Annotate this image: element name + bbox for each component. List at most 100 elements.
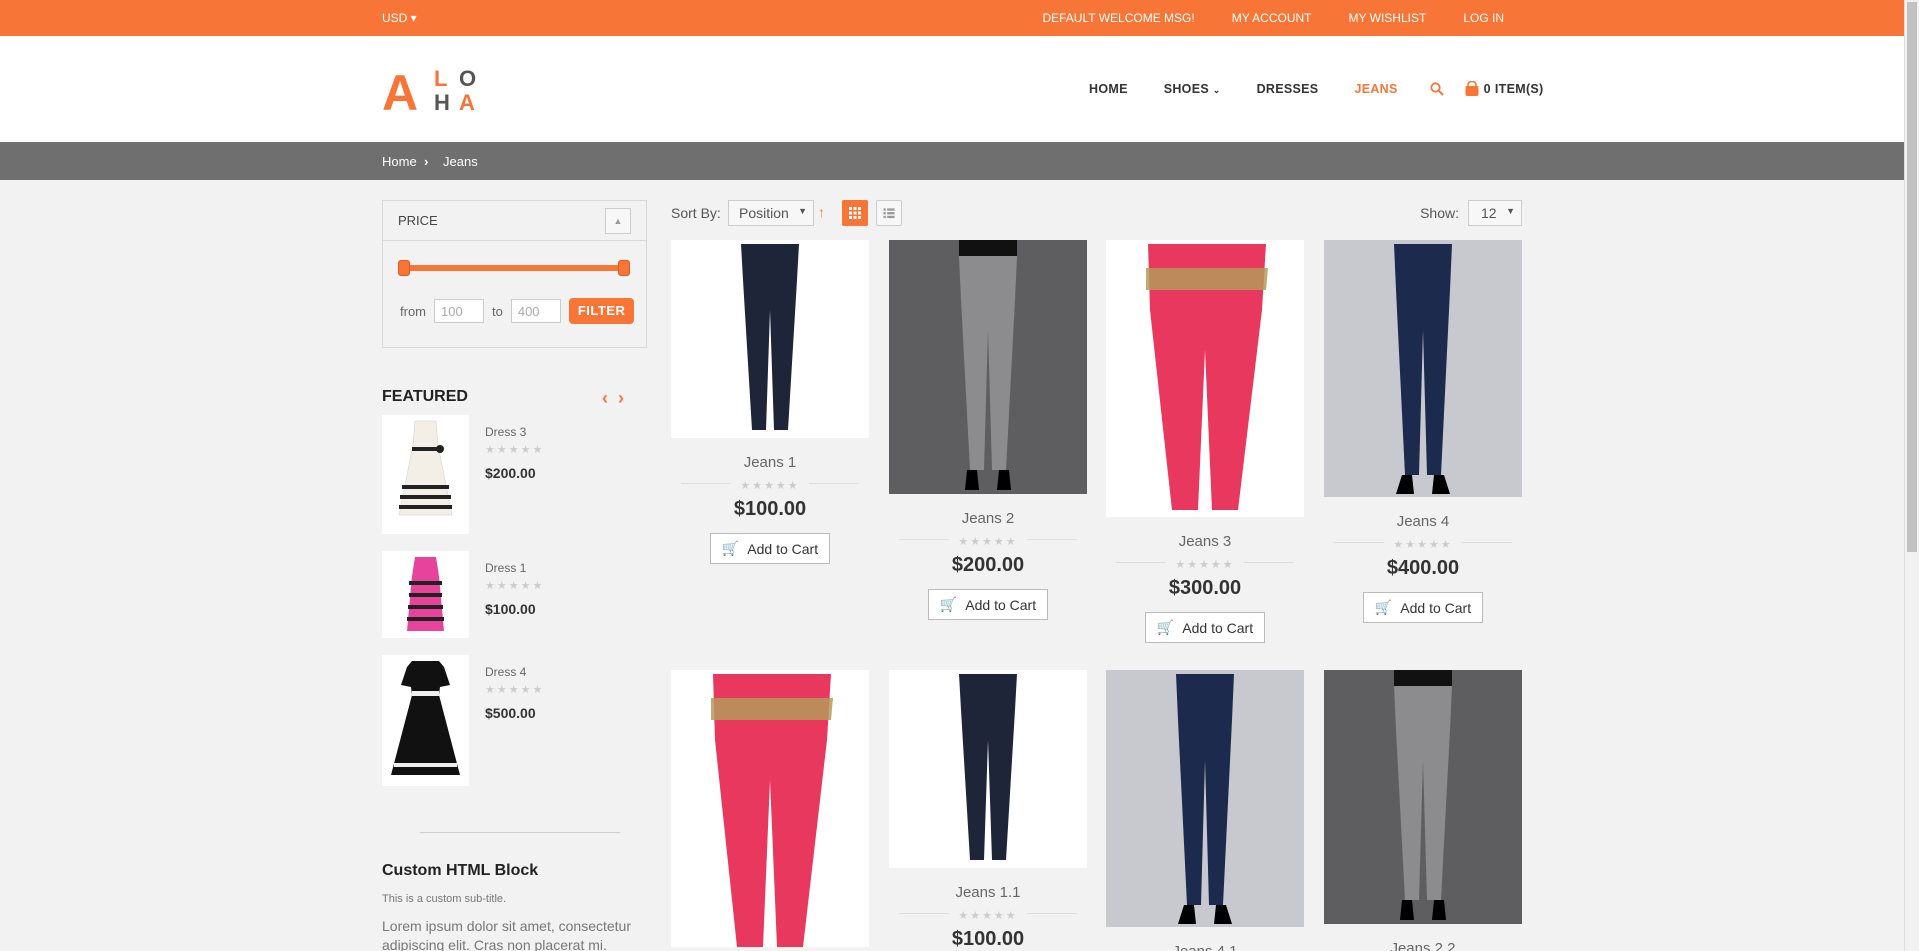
featured-item-name[interactable]: Dress 3 <box>485 425 526 439</box>
main-nav: HOME SHOES ⌄ DRESSES JEANS 0 ITEM(S) <box>1089 81 1544 97</box>
product-toolbar: Sort By: Position ▼ ↑ Show: 12 ▼ <box>671 200 1522 226</box>
top-links: DEFAULT WELCOME MSG! MY ACCOUNT MY WISHL… <box>1042 11 1504 25</box>
scrollbar-thumb[interactable] <box>1907 2 1917 552</box>
product-card: Jeans 3 ★★★★★ $300.00 🛒 Add to Cart <box>1106 240 1304 643</box>
top-bar: USD ▾ DEFAULT WELCOME MSG! MY ACCOUNT MY… <box>0 0 1904 36</box>
rating-line <box>681 483 731 484</box>
product-name[interactable]: Jeans 1.1 <box>889 884 1087 901</box>
product-name[interactable]: Jeans 2 <box>889 510 1087 527</box>
shopping-bag-icon <box>1465 81 1479 96</box>
nav-dresses[interactable]: DRESSES <box>1257 82 1319 96</box>
product-name[interactable]: Jeans 2.2 <box>1324 940 1522 951</box>
product-name[interactable]: Jeans 4.1 <box>1106 943 1304 951</box>
slider-handle-max[interactable] <box>618 260 630 276</box>
product-name[interactable]: Jeans 1 <box>671 454 869 471</box>
featured-item[interactable]: Dress 4 ★★★★★ $500.00 <box>382 655 682 787</box>
list-view-icon[interactable] <box>876 200 902 226</box>
sort-select[interactable]: Position ▼ <box>728 200 814 226</box>
collapse-toggle-icon[interactable]: ▲ <box>605 208 631 234</box>
next-arrow-icon[interactable]: › <box>618 388 624 409</box>
product-price: $100.00 <box>733 498 807 520</box>
product-card: Jeans 1.1 ★★★★★ $100.00 <box>889 670 1087 951</box>
breadcrumb: Home › Jeans <box>0 142 1904 180</box>
featured-item-name[interactable]: Dress 4 <box>485 665 526 679</box>
grid-view-icon[interactable] <box>842 200 868 226</box>
product-image[interactable] <box>1106 670 1304 927</box>
price-from-input[interactable]: 100 <box>434 299 484 323</box>
aloha-logo[interactable]: A L O H A <box>382 66 486 112</box>
featured-item-price: $200.00 <box>485 465 536 481</box>
featured-item-price: $100.00 <box>485 601 536 617</box>
chevron-right-icon: › <box>424 154 429 169</box>
product-name[interactable]: Jeans 3 <box>1106 533 1304 550</box>
breadcrumb-home[interactable]: Home <box>382 154 417 169</box>
sort-direction-icon[interactable]: ↑ <box>818 204 825 220</box>
my-wishlist-link[interactable]: MY WISHLIST <box>1349 11 1427 25</box>
add-to-cart-button[interactable]: 🛒 Add to Cart <box>927 589 1049 620</box>
log-in-link[interactable]: LOG IN <box>1463 11 1504 25</box>
rating-line <box>1027 913 1077 914</box>
currency-switcher[interactable]: USD ▾ <box>382 11 417 25</box>
product-image[interactable] <box>889 670 1087 868</box>
featured-item[interactable]: Dress 1 ★★★★★ $100.00 <box>382 551 682 639</box>
dress-1-image[interactable] <box>382 551 469 638</box>
from-label: from <box>400 303 426 319</box>
rating-stars-icon: ★★★★★ <box>1175 559 1235 571</box>
add-to-cart-button[interactable]: 🛒 Add to Cart <box>709 533 831 564</box>
chevron-down-icon: ⌄ <box>1212 85 1221 95</box>
add-to-cart-button[interactable]: 🛒 Add to Cart <box>1144 612 1266 643</box>
product-price: $100.00 <box>951 928 1025 950</box>
nav-jeans[interactable]: JEANS <box>1354 82 1397 96</box>
mini-cart[interactable]: 0 ITEM(S) <box>1464 81 1544 97</box>
add-to-cart-label: Add to Cart <box>965 596 1037 613</box>
nav-shoes-label: SHOES <box>1163 82 1209 96</box>
product-price: $300.00 <box>1168 577 1242 599</box>
rating-line <box>1334 542 1384 543</box>
featured-item-name[interactable]: Dress 1 <box>485 561 526 575</box>
cart-icon: 🛒 <box>1156 619 1175 635</box>
prev-arrow-icon[interactable]: ‹ <box>602 388 608 409</box>
product-image[interactable] <box>1324 240 1522 497</box>
dress-4-image[interactable] <box>382 655 469 786</box>
page-scrollbar[interactable] <box>1904 0 1919 951</box>
filter-button[interactable]: FILTER <box>568 298 635 324</box>
rating-stars-icon: ★★★★★ <box>485 444 545 456</box>
slider-handle-min[interactable] <box>398 260 410 276</box>
product-image[interactable] <box>671 240 869 438</box>
featured-item[interactable]: Dress 3 ★★★★★ $200.00 <box>382 415 682 535</box>
price-range-slider[interactable] <box>398 260 630 276</box>
product-image[interactable] <box>889 240 1087 494</box>
price-to-input[interactable]: 400 <box>510 299 561 323</box>
featured-title: FEATURED <box>382 388 468 405</box>
cart-count: 0 <box>1483 82 1491 96</box>
product-price: $200.00 <box>951 554 1025 576</box>
product-image[interactable] <box>1324 670 1522 924</box>
show-value: 12 <box>1481 205 1497 221</box>
product-card: Jeans 1 ★★★★★ $100.00 🛒 Add to Cart <box>671 240 869 564</box>
rating-stars-icon: ★★★★★ <box>740 480 800 492</box>
nav-shoes[interactable]: SHOES ⌄ <box>1164 82 1221 96</box>
add-to-cart-button[interactable]: 🛒 Add to Cart <box>1362 592 1484 623</box>
welcome-message: DEFAULT WELCOME MSG! <box>1042 11 1195 25</box>
product-rating: ★★★★★ <box>889 532 1087 548</box>
product-card: Jeans 4.1 <box>1106 670 1304 951</box>
my-account-link[interactable]: MY ACCOUNT <box>1232 11 1312 25</box>
cart-icon: 🛒 <box>939 596 958 612</box>
product-image[interactable] <box>1106 240 1304 517</box>
product-name[interactable]: Jeans 4 <box>1324 513 1522 530</box>
price-filter: PRICE ▲ from 100 to 400 FILTER <box>382 200 647 348</box>
dress-3-image[interactable] <box>382 415 469 534</box>
sort-value: Position <box>739 205 789 221</box>
nav-home[interactable]: HOME <box>1089 82 1128 96</box>
show-select[interactable]: 12 ▼ <box>1468 200 1522 226</box>
sort-label: Sort By: <box>671 205 721 221</box>
product-rating: ★★★★★ <box>671 476 869 492</box>
rating-line <box>1027 539 1077 540</box>
search-icon[interactable] <box>1430 82 1444 96</box>
product-rating: ★★★★★ <box>889 906 1087 922</box>
price-range-inputs: from 100 to 400 FILTER <box>400 298 635 324</box>
rating-line <box>899 913 949 914</box>
rating-line <box>899 539 949 540</box>
product-image[interactable] <box>671 670 869 947</box>
logo-letter-l: L <box>434 66 447 91</box>
